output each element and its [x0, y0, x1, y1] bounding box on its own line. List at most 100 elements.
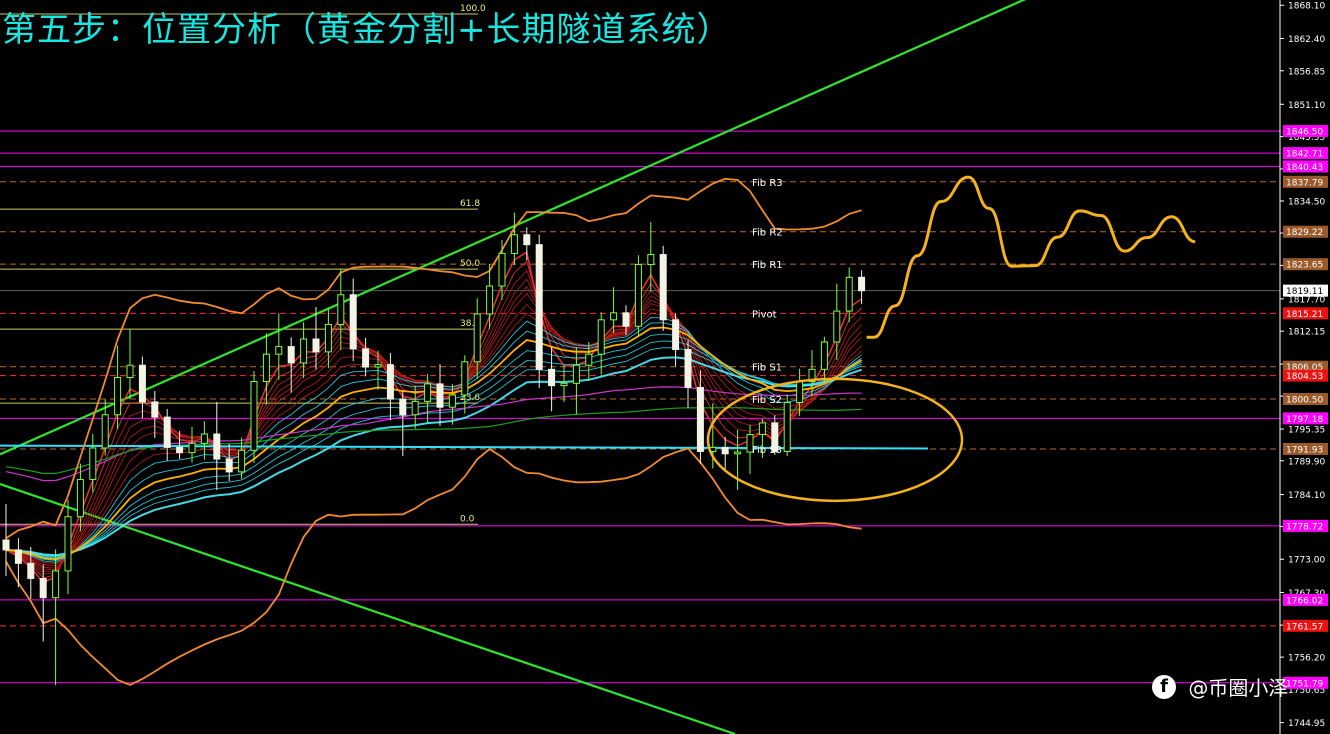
price-tag-label: 1837.79 — [1286, 178, 1323, 188]
platform-logo-icon: f — [1152, 674, 1176, 699]
candle — [535, 234, 543, 388]
candle-body — [188, 442, 196, 454]
candle-body — [138, 364, 146, 403]
candle-body — [76, 478, 84, 518]
price-tag-label: 1797.18 — [1286, 415, 1323, 425]
candle-body — [39, 577, 47, 599]
pivot-label: Pivot — [752, 309, 777, 320]
candle — [200, 421, 208, 460]
candle-body — [560, 382, 568, 387]
price-tag: 1823.65 — [1283, 258, 1328, 271]
pivot-label: Fib R3 — [752, 178, 783, 189]
candle-body — [213, 433, 221, 460]
axis-tick-label: 1773.00 — [1288, 556, 1325, 566]
candle-body — [300, 338, 308, 364]
candle-body — [758, 422, 766, 436]
candle-body — [225, 458, 233, 473]
pivot-label: Fib R1 — [752, 260, 783, 271]
price-tag: 1778.72 — [1283, 519, 1328, 532]
candle-body — [523, 234, 531, 246]
candle-body — [585, 353, 593, 366]
candle-body — [448, 394, 456, 408]
bollinger-lower-line — [5, 447, 862, 686]
candle-body — [114, 376, 122, 416]
candle-body — [287, 346, 295, 364]
watermark-text: @币圈小泽 — [1188, 676, 1289, 700]
candle-body — [64, 516, 72, 572]
price-tag-label: 1842.71 — [1286, 150, 1323, 160]
fib-level-label: 61.8 — [460, 199, 480, 209]
tunnel-slow-line — [5, 347, 862, 557]
candle-body — [275, 346, 283, 355]
candle — [721, 436, 729, 472]
candle — [572, 347, 580, 415]
candle-body — [399, 398, 407, 416]
candle — [858, 270, 866, 305]
candle-body — [27, 562, 35, 579]
candle-body — [783, 402, 791, 452]
candle-body — [659, 254, 667, 321]
axis-tick-label: 1756.20 — [1288, 654, 1325, 664]
candle — [126, 329, 134, 400]
pivot-label: Fib R2 — [752, 228, 783, 239]
candle-body — [734, 451, 742, 455]
candle — [324, 307, 332, 369]
price-tag: 1800.50 — [1283, 393, 1328, 406]
candle-body — [349, 294, 357, 350]
candle-body — [610, 312, 618, 321]
candle — [659, 245, 667, 331]
axis-tick-label: 1851.10 — [1288, 101, 1325, 111]
candle-body — [312, 338, 320, 353]
tunnel-slow-line — [5, 322, 862, 561]
price-tag-label: 1804.53 — [1286, 372, 1323, 382]
candle — [548, 347, 556, 412]
pivot-labels: Fib R3 Fib R2 Fib R1 Pivot Fib S1 Fib S2 Fib S… — [752, 178, 783, 456]
price-tag-label: 1766.02 — [1286, 596, 1323, 606]
ma-magenta-line — [5, 386, 862, 482]
price-tag: 1846.50 — [1283, 125, 1328, 138]
candle — [436, 364, 444, 426]
candle-body — [163, 416, 171, 448]
price-tag: 1842.71 — [1283, 147, 1328, 160]
bollinger-upper-line — [5, 177, 862, 540]
price-tag-label: 1815.21 — [1286, 310, 1323, 320]
candle — [597, 312, 605, 375]
candle-body — [684, 349, 692, 388]
candle-body — [535, 244, 543, 370]
axis-tick-label: 1812.15 — [1288, 328, 1325, 338]
candle-body — [696, 386, 704, 452]
candle-body — [52, 570, 60, 599]
price-tag-label: 1829.22 — [1286, 228, 1323, 238]
price-tag-label: 1751.79 — [1286, 679, 1323, 689]
candle-body — [597, 319, 605, 355]
candle-body — [362, 348, 370, 368]
candle-body — [411, 400, 419, 416]
candle — [64, 499, 72, 595]
candle-body — [176, 446, 184, 454]
price-tag-label: 1840.43 — [1286, 163, 1323, 173]
price-tag-label: 1846.50 — [1286, 128, 1323, 138]
price-tag: 1837.79 — [1283, 175, 1328, 188]
price-tag: 1829.22 — [1283, 225, 1328, 238]
price-tag: 1791.93 — [1283, 442, 1328, 455]
candle — [362, 337, 370, 377]
price-axis: 1868.101862.401856.851851.101845.551840.… — [1279, 0, 1328, 734]
candle — [250, 371, 258, 464]
tunnel-fast-line — [5, 292, 862, 569]
candle-body — [250, 381, 258, 451]
candle — [138, 356, 146, 419]
price-tag: 1815.21 — [1283, 307, 1328, 320]
fib-level-label: 50.0 — [460, 259, 480, 269]
candle — [486, 263, 494, 330]
candle — [151, 390, 159, 439]
axis-tick-label: 1834.50 — [1288, 197, 1325, 207]
candle-body — [510, 234, 518, 254]
candle-body — [200, 433, 208, 444]
candle-body — [721, 446, 729, 455]
price-tag: 1840.43 — [1283, 160, 1328, 173]
candle — [647, 221, 655, 292]
candle-body — [634, 263, 642, 327]
price-tag: 1766.02 — [1283, 593, 1328, 606]
fib-level-label: 0.0 — [460, 514, 475, 524]
candle-body — [151, 401, 159, 418]
